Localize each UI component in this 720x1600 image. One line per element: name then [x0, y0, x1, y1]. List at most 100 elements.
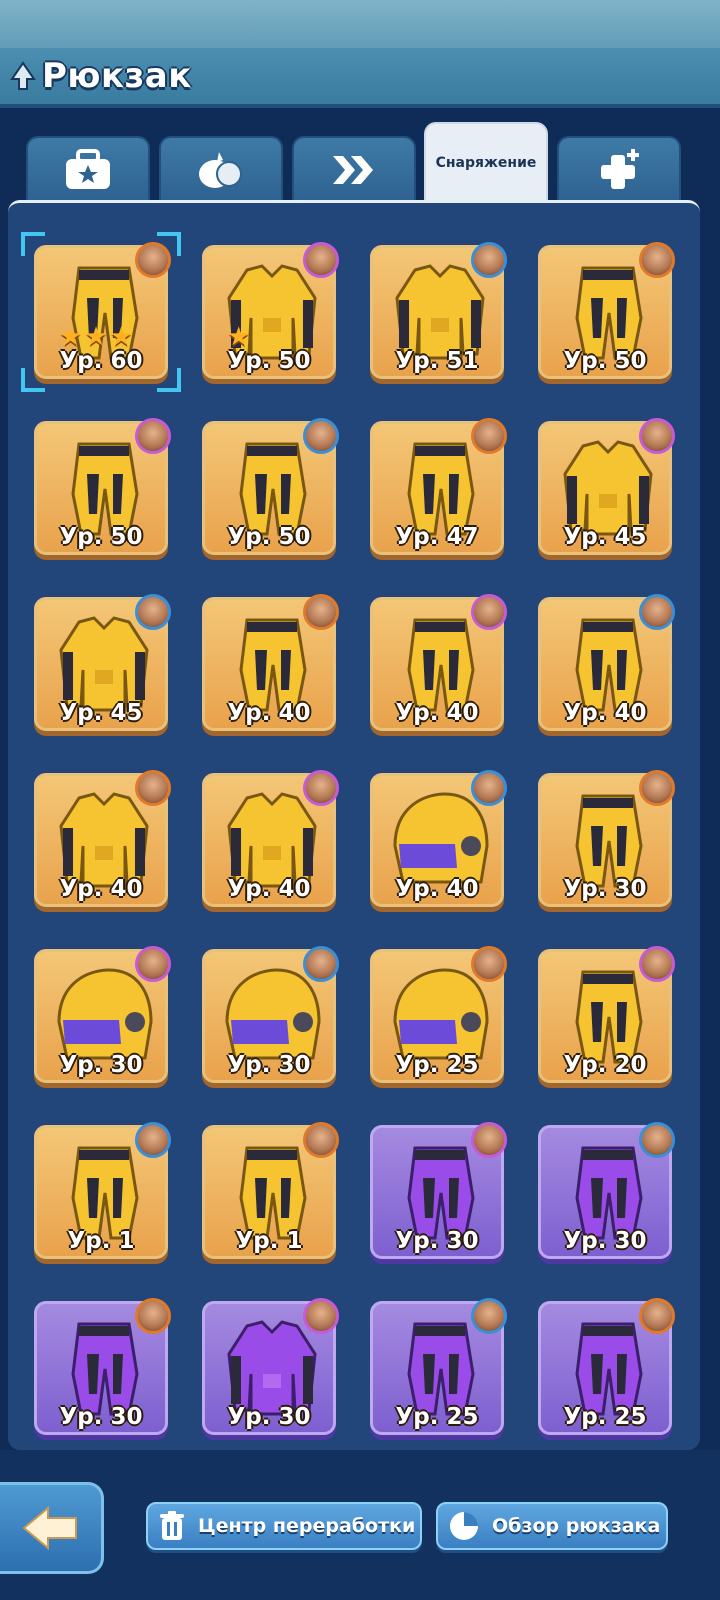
double-arrow-icon	[333, 156, 373, 184]
hero-avatar	[639, 770, 675, 806]
item-level: Ур. 47	[395, 524, 479, 550]
item-level: Ур. 50	[563, 348, 647, 374]
hero-avatar	[471, 1298, 507, 1334]
inventory-item[interactable]: Ур. 1	[34, 1122, 171, 1259]
hero-avatar	[471, 594, 507, 630]
backpack-overview-button[interactable]: Обзор рюкзака	[436, 1502, 668, 1550]
hero-avatar	[639, 242, 675, 278]
page-title: Рюкзак	[42, 56, 192, 96]
hero-avatar	[135, 1298, 171, 1334]
inventory-item[interactable]: Ур. 40	[202, 770, 339, 907]
hero-avatar	[303, 946, 339, 982]
hero-avatar	[639, 1298, 675, 1334]
inventory-item[interactable]: Ур. 30	[370, 1122, 507, 1259]
hero-avatar	[639, 1122, 675, 1158]
pie-chart-icon	[450, 1512, 478, 1540]
item-level: Ур. 30	[563, 876, 647, 902]
hero-avatar	[303, 770, 339, 806]
inventory-item[interactable]: Ур. 45	[34, 594, 171, 731]
item-level: Ур. 50	[227, 524, 311, 550]
hero-avatar	[303, 594, 339, 630]
inventory-item[interactable]: Ур. 25	[370, 946, 507, 1083]
item-level: Ур. 30	[227, 1052, 311, 1078]
item-level: Ур. 25	[395, 1404, 479, 1430]
inventory-item[interactable]: Ур. 40	[370, 594, 507, 731]
item-level: Ур. 1	[235, 1228, 303, 1254]
hero-avatar	[135, 594, 171, 630]
header-bar: Рюкзак	[0, 48, 720, 108]
tab-equipment[interactable]: Снаряжение	[424, 122, 548, 202]
hero-avatar	[303, 418, 339, 454]
item-level: Ур. 40	[227, 876, 311, 902]
hero-avatar	[135, 770, 171, 806]
hero-avatar	[303, 1122, 339, 1158]
hero-avatar	[471, 418, 507, 454]
inventory-item[interactable]: Ур. 40	[34, 770, 171, 907]
selection-corner	[157, 368, 181, 392]
hero-avatar	[639, 418, 675, 454]
hero-avatar	[303, 242, 339, 278]
inventory-item[interactable]: Ур. 40	[370, 770, 507, 907]
inventory-item[interactable]: Ур. 30	[202, 946, 339, 1083]
item-level: Ур. 30	[59, 1404, 143, 1430]
tab-food[interactable]	[159, 136, 283, 202]
back-button[interactable]	[0, 1482, 104, 1574]
inventory-item[interactable]: Ур. 25	[370, 1298, 507, 1435]
inventory-item[interactable]: Ур. 50	[538, 242, 675, 379]
selection-corner	[157, 232, 181, 256]
item-level: Ур. 40	[59, 876, 143, 902]
inventory-item[interactable]: Ур. 30	[34, 946, 171, 1083]
tab-upgrade[interactable]	[292, 136, 416, 202]
item-level: Ур. 25	[563, 1404, 647, 1430]
item-level: Ур. 45	[59, 700, 143, 726]
item-level: Ур. 40	[395, 700, 479, 726]
backpack-overview-label: Обзор рюкзака	[492, 1515, 661, 1537]
inventory-item[interactable]: Ур. 25	[538, 1298, 675, 1435]
inventory-item[interactable]: Ур. 47	[370, 418, 507, 555]
item-level: Ур. 51	[395, 348, 479, 374]
item-level: Ур. 30	[563, 1228, 647, 1254]
hero-avatar	[471, 1122, 507, 1158]
inventory-item[interactable]: Ур. 30	[34, 1298, 171, 1435]
plus-boost-icon	[601, 149, 639, 189]
item-level: Ур. 45	[563, 524, 647, 550]
item-level: Ур. 40	[227, 700, 311, 726]
hero-avatar	[135, 418, 171, 454]
recycle-center-label: Центр переработки	[198, 1515, 416, 1537]
tab-bag[interactable]	[26, 136, 150, 202]
item-level: Ур. 25	[395, 1052, 479, 1078]
tab-bar: Снаряжение	[26, 122, 706, 202]
inventory-item[interactable]: Ур. 40	[538, 594, 675, 731]
item-level: Ур. 60	[59, 348, 143, 374]
inventory-item[interactable]: ★ ★ ★ Ур. 60	[21, 232, 181, 392]
recycle-center-button[interactable]: Центр переработки	[146, 1502, 422, 1550]
inventory-panel: ★ ★ ★ Ур. 60 ★ Ур. 50 Ур. 51 Ур. 50 Ур. 50 Ур. 50…	[8, 200, 700, 1450]
inventory-item[interactable]: Ур. 30	[538, 770, 675, 907]
tree-icon	[10, 61, 36, 90]
item-level: Ур. 40	[563, 700, 647, 726]
inventory-item[interactable]: Ур. 30	[538, 1122, 675, 1259]
item-level: Ур. 20	[563, 1052, 647, 1078]
hero-avatar	[639, 594, 675, 630]
item-level: Ур. 30	[395, 1228, 479, 1254]
inventory-item[interactable]: Ур. 45	[538, 418, 675, 555]
selection-corner	[21, 368, 45, 392]
inventory-item[interactable]: Ур. 51	[370, 242, 507, 379]
item-level: Ур. 50	[227, 348, 311, 374]
inventory-item[interactable]: Ур. 50	[34, 418, 171, 555]
inventory-item[interactable]: Ур. 50	[202, 418, 339, 555]
inventory-item[interactable]: Ур. 30	[202, 1298, 339, 1435]
inventory-item[interactable]: Ур. 20	[538, 946, 675, 1083]
inventory-item[interactable]: ★ Ур. 50	[202, 242, 339, 379]
tab-boost[interactable]	[557, 136, 681, 202]
hero-avatar	[471, 946, 507, 982]
inventory-item[interactable]: Ур. 1	[202, 1122, 339, 1259]
item-level: Ур. 50	[59, 524, 143, 550]
trash-icon	[160, 1511, 184, 1540]
tab-equipment-label: Снаряжение	[435, 155, 537, 171]
item-level: Ур. 30	[227, 1404, 311, 1430]
inventory-item[interactable]: Ур. 40	[202, 594, 339, 731]
selection-corner	[21, 232, 45, 256]
hero-avatar	[471, 242, 507, 278]
hero-avatar	[303, 1298, 339, 1334]
